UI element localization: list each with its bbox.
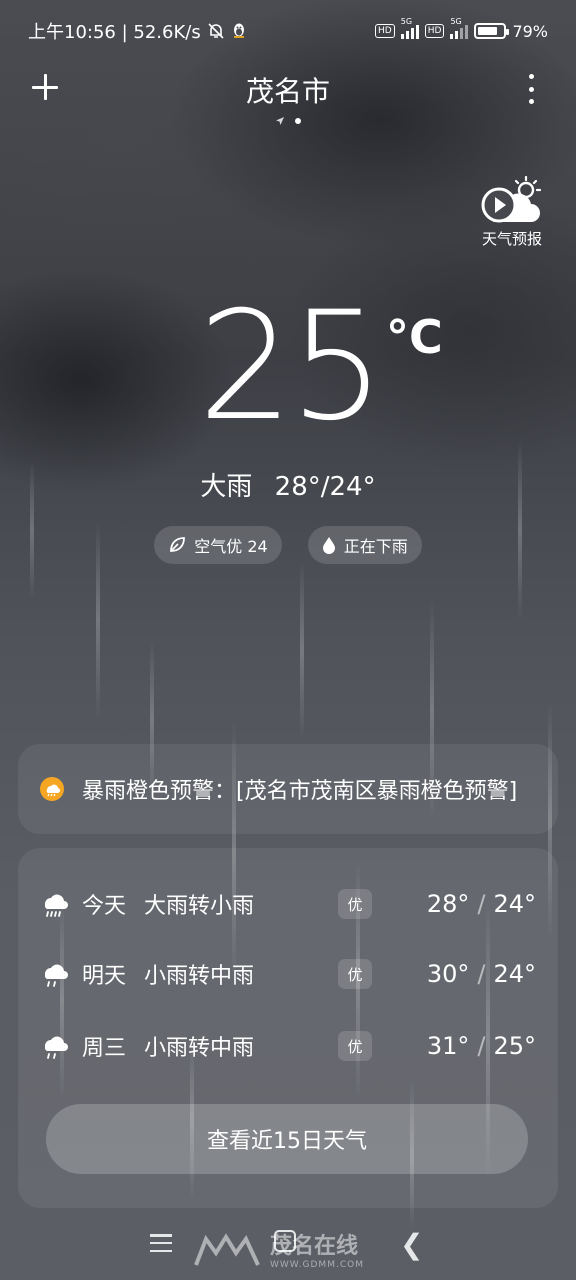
view-15-day-button[interactable]: 查看近15日天气 <box>46 1104 528 1174</box>
recent-apps-button[interactable] <box>150 1234 172 1252</box>
daily-forecast-card: 今天 大雨转小雨 优 28°/24° 明天 小雨转中雨 优 30°/24° 周三… <box>18 848 558 1208</box>
forecast-day: 周三 <box>82 1036 127 1061</box>
warning-text: 暴雨橙色预警：[茂名市茂南区暴雨橙色预警] <box>82 779 518 804</box>
city-title: 茂名市 <box>245 75 330 108</box>
more-options-button[interactable] <box>526 74 536 104</box>
city-pager <box>0 116 576 126</box>
back-button[interactable]: ❮ <box>400 1228 423 1261</box>
mute-bell-icon <box>208 23 224 39</box>
top-bar: 茂名市 <box>0 62 576 122</box>
forecast-low: 24° <box>493 890 536 918</box>
watermark-text: 茂名在线 <box>270 1234 359 1259</box>
forecast-high: 31° <box>426 1032 470 1060</box>
forecast-temp-range: 28°/24° <box>427 890 536 918</box>
forecast-row-wednesday[interactable]: 周三 小雨转中雨 优 31°/25° <box>18 1016 558 1076</box>
forecast-low: 25° <box>493 1032 536 1060</box>
forecast-temp-range: 30°/24° <box>427 960 536 988</box>
forecast-aqi-badge: 优 <box>338 959 372 989</box>
forecast-aqi-badge: 优 <box>338 1031 372 1061</box>
pager-dot <box>295 118 301 124</box>
forecast-condition: 小雨转中雨 <box>144 964 255 989</box>
forecast-condition: 小雨转中雨 <box>144 1036 255 1061</box>
battery-icon <box>474 23 510 39</box>
heavy-rain-icon <box>44 894 68 917</box>
forecast-high: 28° <box>426 890 470 918</box>
forecast-separator: / <box>477 1032 486 1060</box>
forecast-separator: / <box>477 890 486 918</box>
current-temperature: 25 <box>198 280 385 454</box>
forecast-low: 24° <box>493 960 536 988</box>
air-quality-text: 空气优 24 <box>194 537 268 556</box>
air-quality-chip[interactable]: 空气优 24 <box>154 526 282 564</box>
network-type-2: 5G <box>450 17 462 26</box>
leaf-icon <box>170 537 186 552</box>
site-watermark: 茂名在线 WWW.GDMM.COM <box>192 1228 364 1270</box>
signal-icon-2: 5G <box>450 17 469 39</box>
forecast-row-tomorrow[interactable]: 明天 小雨转中雨 优 30°/24° <box>18 944 558 1004</box>
current-condition-line: 大雨 28°/24° <box>0 466 576 503</box>
rainstorm-warning-card[interactable]: 暴雨橙色预警：[茂名市茂南区暴雨橙色预警] <box>18 744 558 834</box>
weather-video-label: 天气预报 <box>481 230 542 248</box>
info-chips: 空气优 24 正在下雨 <box>0 526 576 564</box>
forecast-day: 今天 <box>82 894 127 919</box>
current-range: 28°/24° <box>274 472 376 502</box>
forecast-condition: 大雨转小雨 <box>144 894 255 919</box>
forecast-day: 明天 <box>82 964 127 989</box>
hd-badge: HD <box>375 24 395 38</box>
light-rain-icon <box>44 1036 68 1059</box>
forecast-row-today[interactable]: 今天 大雨转小雨 优 28°/24° <box>18 874 558 934</box>
signal-icon: 5G <box>400 17 419 39</box>
rain-status-text: 正在下雨 <box>343 537 408 556</box>
status-bar: 上午10:56 | 52.6K/s HD 5G HD 5G 79% <box>0 0 576 62</box>
forecast-separator: / <box>477 960 486 988</box>
temperature-unit: °C <box>386 310 443 364</box>
current-condition: 大雨 <box>200 472 253 502</box>
location-arrow-icon <box>276 117 284 125</box>
status-time-speed: 上午10:56 | 52.6K/s <box>28 22 201 43</box>
rain-status-chip[interactable]: 正在下雨 <box>307 526 422 564</box>
forecast-temp-range: 31°/25° <box>427 1032 536 1060</box>
qq-penguin-icon <box>233 23 244 38</box>
water-drop-icon <box>322 537 335 554</box>
weather-video-button[interactable]: 天气预报 <box>476 176 548 249</box>
forecast-aqi-badge: 优 <box>338 889 372 919</box>
hd-badge-2: HD <box>424 24 445 38</box>
battery-percent: 79% <box>512 21 548 41</box>
watermark-logo-icon <box>194 1233 260 1266</box>
light-rain-icon <box>44 964 68 987</box>
network-type-1: 5G <box>400 17 413 26</box>
watermark-url: WWW.GDMM.COM <box>270 1260 364 1270</box>
forecast-high: 30° <box>426 960 470 988</box>
play-sun-cloud-icon <box>481 176 542 223</box>
warning-rain-icon <box>40 777 64 801</box>
